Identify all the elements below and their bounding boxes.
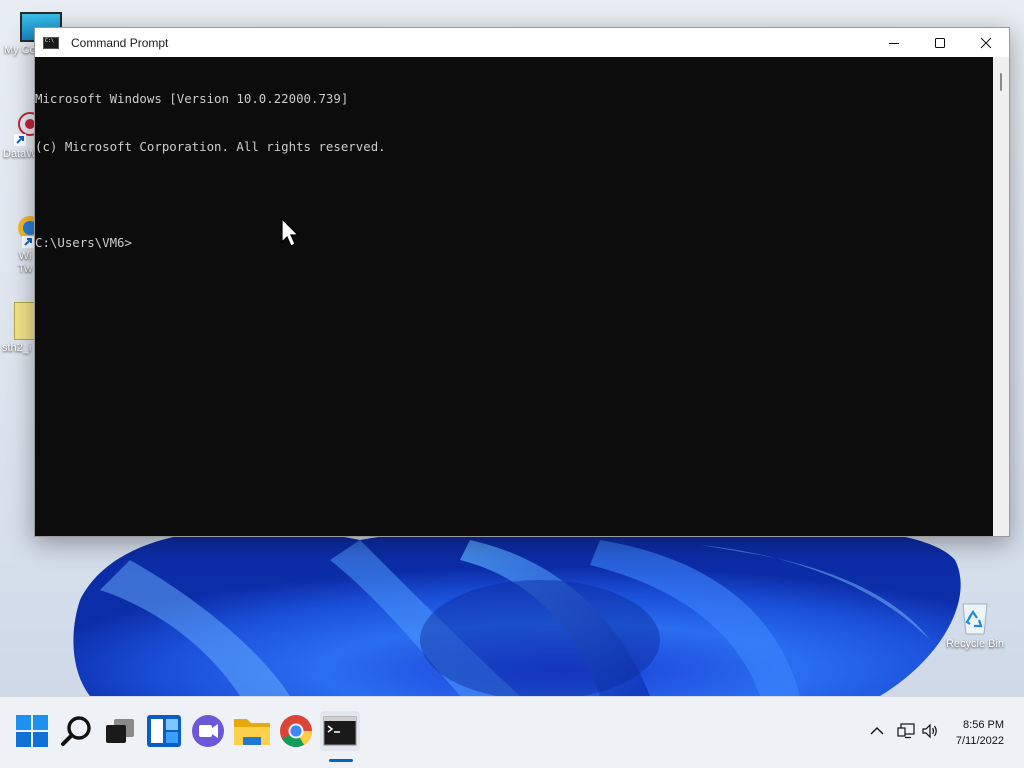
recycle-bin-icon (957, 598, 993, 636)
network-icon (897, 723, 915, 739)
command-prompt-window[interactable]: Command Prompt Microsoft Windows [Versio… (34, 27, 1010, 537)
clock-date: 7/11/2022 (955, 735, 1004, 747)
desktop-icon-recycle-bin[interactable]: Recycle Bin (940, 598, 1010, 651)
widgets-icon (147, 715, 181, 747)
vertical-scrollbar[interactable] (993, 57, 1009, 536)
network-button[interactable] (894, 713, 918, 749)
task-view-icon (106, 719, 134, 743)
file-explorer-button[interactable] (232, 711, 272, 751)
close-button[interactable] (963, 28, 1009, 57)
console-prompt: C:\Users\VM6> (35, 235, 132, 250)
title-bar[interactable]: Command Prompt (35, 28, 1009, 57)
chat-icon (192, 715, 224, 747)
chat-button[interactable] (188, 711, 228, 751)
mouse-cursor-icon (281, 218, 300, 247)
chevron-up-icon (870, 727, 884, 735)
search-button[interactable] (57, 711, 97, 751)
show-hidden-icons-button[interactable] (866, 713, 888, 749)
task-view-button[interactable] (100, 711, 140, 751)
chrome-icon (280, 715, 313, 748)
minimize-button[interactable] (871, 28, 917, 57)
chrome-button[interactable] (276, 711, 316, 751)
start-icon (16, 715, 48, 747)
command-prompt-icon (323, 716, 357, 746)
close-icon (980, 37, 992, 48)
taskbar: 8:56 PM 7/11/2022 (0, 696, 1024, 768)
maximize-icon (935, 37, 945, 48)
start-button[interactable] (12, 711, 52, 751)
console-line: Microsoft Windows [Version 10.0.22000.73… (35, 91, 349, 106)
desktop-icon-label: Recycle Bin (945, 638, 1005, 650)
window-title: Command Prompt (71, 35, 169, 50)
minimize-icon (889, 42, 899, 44)
clock-time: 8:56 PM (963, 719, 1004, 731)
clock[interactable]: 8:56 PM 7/11/2022 (956, 717, 1004, 749)
console-output[interactable]: Microsoft Windows [Version 10.0.22000.73… (35, 57, 993, 536)
widgets-button[interactable] (144, 711, 184, 751)
command-prompt-icon (43, 36, 59, 49)
volume-icon (922, 723, 937, 739)
window-controls (871, 28, 1009, 57)
file-explorer-icon (234, 719, 270, 745)
active-app-indicator (329, 759, 353, 762)
maximize-button[interactable] (917, 28, 963, 57)
command-prompt-taskbar-button[interactable] (320, 711, 360, 751)
scrollbar-thumb[interactable] (1000, 73, 1002, 91)
console-line: (c) Microsoft Corporation. All rights re… (35, 139, 386, 154)
volume-button[interactable] (918, 713, 942, 749)
search-icon (61, 716, 91, 746)
